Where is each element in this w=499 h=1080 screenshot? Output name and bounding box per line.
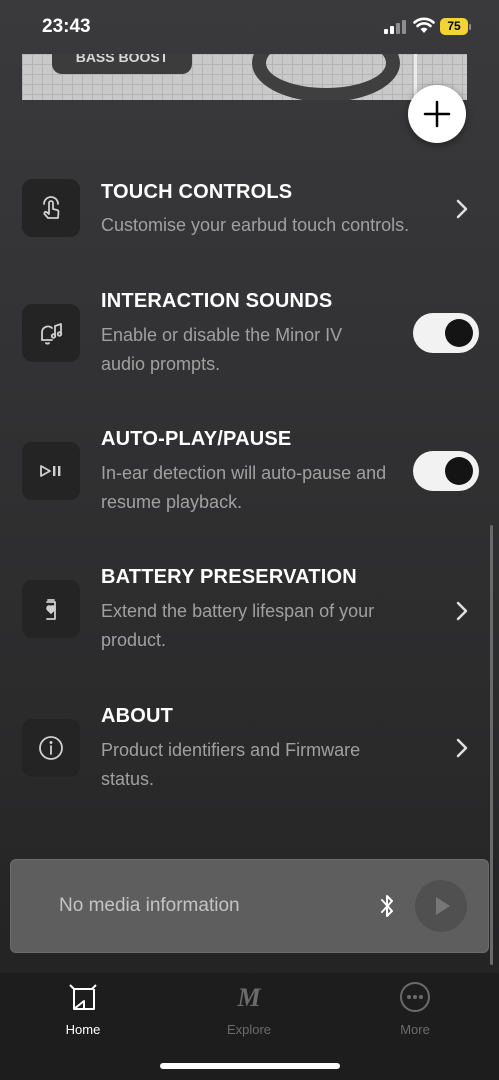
interaction-sounds-toggle[interactable] — [413, 313, 479, 353]
battery-indicator: 75 — [440, 18, 468, 35]
toggle-knob — [445, 457, 473, 485]
product-image: BASS BOOST — [22, 54, 467, 100]
touch-controls-description: Customise your earbud touch controls. — [101, 215, 410, 235]
home-icon — [69, 984, 97, 1010]
chevron-right-icon[interactable] — [455, 198, 469, 220]
plus-icon — [423, 100, 451, 128]
tab-label-home: Home — [65, 1022, 101, 1037]
setting-touch-controls[interactable]: TOUCH CONTROLS Customise your earbud tou… — [0, 170, 499, 260]
about-title: ABOUT — [101, 705, 174, 727]
media-info-text: No media information — [59, 895, 240, 916]
status-bar: 23:43 75 — [0, 0, 499, 54]
tab-explore[interactable]: M Explore — [199, 981, 299, 1037]
auto-play-pause-description: In-ear detection will auto-pause and res… — [101, 463, 387, 512]
interaction-sounds-description: Enable or disable the Minor IV audio pro… — [101, 325, 343, 374]
battery-heart-icon — [22, 580, 80, 638]
setting-auto-play-pause: AUTO-PLAY/PAUSE In-ear detection will au… — [0, 420, 499, 530]
tab-more[interactable]: More — [365, 981, 465, 1037]
svg-text:M: M — [236, 983, 261, 1012]
scrollbar[interactable] — [490, 525, 493, 965]
bluetooth-icon[interactable] — [379, 893, 395, 919]
home-indicator — [160, 1063, 340, 1069]
wifi-icon — [413, 17, 435, 33]
touch-icon — [22, 179, 80, 237]
info-icon — [22, 719, 80, 777]
marshall-logo-icon: M — [236, 983, 261, 1012]
status-time: 23:43 — [42, 16, 91, 37]
auto-play-pause-toggle[interactable] — [413, 451, 479, 491]
more-icon — [400, 982, 430, 1012]
tab-label-explore: Explore — [226, 1022, 272, 1037]
battery-tip — [469, 24, 471, 30]
touch-controls-title: TOUCH CONTROLS — [101, 181, 293, 203]
battery-preservation-title: BATTERY PRESERVATION — [101, 566, 357, 588]
auto-play-pause-title: AUTO-PLAY/PAUSE — [101, 428, 292, 450]
chevron-right-icon[interactable] — [455, 737, 469, 759]
sound-notification-icon — [22, 304, 80, 362]
earbud-ring — [252, 54, 400, 100]
play-icon — [436, 897, 450, 915]
about-description: Product identifiers and Firmware status. — [101, 740, 361, 789]
play-button[interactable] — [415, 880, 467, 932]
add-button[interactable] — [408, 85, 466, 143]
cellular-signal-icon — [384, 20, 408, 34]
setting-interaction-sounds: INTERACTION SOUNDS Enable or disable the… — [0, 282, 499, 392]
interaction-sounds-title: INTERACTION SOUNDS — [101, 290, 333, 312]
chevron-right-icon[interactable] — [455, 600, 469, 622]
bass-boost-label: BASS BOOST — [52, 54, 192, 74]
tab-label-more: More — [400, 1022, 430, 1037]
tab-home[interactable]: Home — [33, 981, 133, 1037]
battery-preservation-description: Extend the battery lifespan of your prod… — [101, 601, 375, 650]
setting-about[interactable]: ABOUT Product identifiers and Firmware s… — [0, 697, 499, 807]
media-player[interactable]: No media information — [10, 859, 489, 953]
setting-battery-preservation[interactable]: BATTERY PRESERVATION Extend the battery … — [0, 558, 499, 668]
toggle-knob — [445, 319, 473, 347]
play-pause-icon — [22, 442, 80, 500]
